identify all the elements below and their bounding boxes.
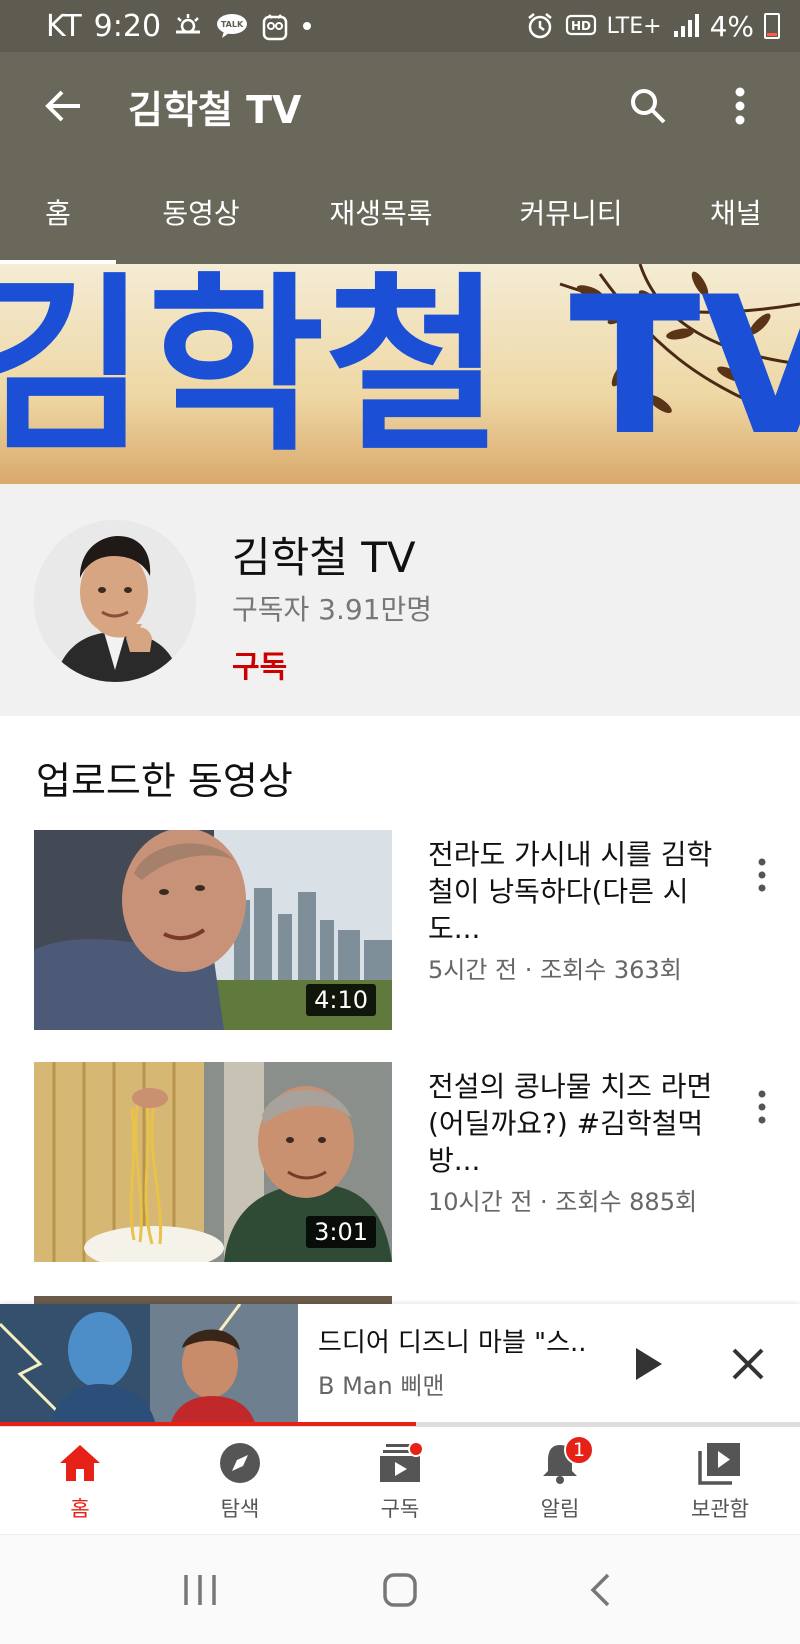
subscribe-button[interactable]: 구독 [232,642,287,686]
next-video-thumbnail-edge [34,1296,392,1304]
nav-notifications[interactable]: 1 알림 [480,1427,640,1534]
page-title: 김학철 TV [128,87,302,132]
mini-player-image [0,1304,298,1426]
more-vert-icon [758,1090,766,1124]
banner-art: 김학철 TV [0,264,800,484]
battery-icon [764,13,780,39]
back-button[interactable] [34,76,94,136]
talk-label: TALK [221,20,244,29]
nav-library-label: 보관함 [691,1496,749,1521]
status-bar: KT 9:20 TALK HD LTE+ 4% [0,0,800,52]
video-duration: 4:10 [306,984,376,1016]
library-icon [696,1439,744,1487]
more-options-button[interactable] [714,80,766,132]
video-meta: 10시간 전 · 조회수 885회 [428,1188,698,1216]
video-thumbnail[interactable]: 3:01 [34,1062,392,1262]
close-icon [732,1348,764,1380]
network-type: LTE+ [606,13,662,39]
channel-header: 김학철 TV 구독자 3.91만명 구독 [0,484,800,716]
channel-avatar[interactable] [34,520,196,682]
home-system-button[interactable] [370,1560,430,1620]
mini-player-channel: B Man 삐맨 [318,1372,445,1400]
subscriber-count: 구독자 3.91만명 [232,593,433,626]
more-notifications-dot-icon [301,10,313,42]
channel-name: 김학철 TV [232,533,416,582]
battery-percent: 4% [709,9,754,43]
more-vert-icon [735,87,745,125]
search-icon [631,89,666,124]
channel-banner: 김학철 TV [0,264,800,484]
app-bar-actions [622,80,766,132]
more-vert-icon [758,858,766,892]
nav-subscriptions[interactable]: 구독 [320,1427,480,1534]
back-system-button[interactable] [570,1560,630,1620]
tab-channels[interactable]: 채널 [666,160,800,264]
video-menu-button[interactable] [740,1082,784,1132]
video-title[interactable]: 전설의 콩나물 치즈 라면(어딜까요?) #김학철먹방... [428,1068,728,1179]
mini-player[interactable]: 드디어 디즈니 마블 "스.. B Man 삐맨 [0,1304,800,1426]
chevron-left-icon [590,1573,610,1606]
kakaotalk-icon: TALK [215,10,249,42]
hd-voice-icon: HD [565,10,597,42]
avatar-portrait [34,520,196,682]
recent-apps-button[interactable] [170,1560,230,1620]
app-notification-icon [261,10,289,42]
signal-icon [672,10,700,42]
channel-tabs: 홈 동영상 재생목록 커뮤니티 채널 [0,160,800,264]
nav-explore-label: 탐색 [220,1496,260,1521]
hd-label: HD [571,19,591,33]
status-right: HD LTE+ 4% [525,10,780,43]
video-row[interactable]: 3:01 전설의 콩나물 치즈 라면(어딜까요?) #김학철먹방... 10시간… [0,1062,800,1262]
tab-playlists[interactable]: 재생목록 [286,160,476,264]
banner-text: 김학철 TV [0,264,800,477]
nav-subscriptions-label: 구독 [380,1496,420,1521]
app-bar: 김학철 TV [0,52,800,160]
tab-home[interactable]: 홈 [0,160,116,264]
mini-player-close-button[interactable] [720,1336,776,1392]
system-navigation-bar [0,1534,800,1644]
bell-icon: 1 [536,1434,594,1487]
video-title[interactable]: 전라도 가시내 시를 김학철이 낭독하다(다른 시도... [428,836,728,947]
tab-community[interactable]: 커뮤니티 [476,160,666,264]
alarm-icon [525,10,555,42]
search-button[interactable] [622,80,674,132]
bottom-navigation: 홈 탐색 구독 1 알림 보관함 [0,1426,800,1534]
tab-videos[interactable]: 동영상 [116,160,286,264]
recent-apps-icon [184,1574,216,1605]
video-meta: 5시간 전 · 조회수 363회 [428,956,682,984]
video-menu-button[interactable] [740,850,784,900]
clock: 9:20 [93,8,162,44]
uploads-section-title: 업로드한 동영상 [36,759,293,803]
mini-player-thumbnail[interactable] [0,1304,298,1426]
subscriptions-icon [376,1439,424,1487]
subscriptions-new-dot [408,1440,424,1457]
arrow-left-icon [45,90,80,122]
mini-player-title[interactable]: 드디어 디즈니 마블 "스.. [318,1322,588,1359]
carrier-label: KT [46,8,82,44]
nav-home-label: 홈 [70,1496,90,1521]
video-row[interactable]: 4:10 전라도 가시내 시를 김학철이 낭독하다(다른 시도... 5시간 전… [0,830,800,1030]
explore-icon [216,1439,264,1487]
status-left: KT 9:20 TALK [46,9,313,44]
play-icon [636,1348,662,1380]
video-duration: 3:01 [306,1216,376,1248]
weather-icon [173,10,203,42]
nav-home[interactable]: 홈 [0,1427,160,1534]
home-icon [56,1439,104,1487]
notification-badge: 1 [564,1434,594,1465]
mini-player-play-button[interactable] [620,1336,676,1392]
video-thumbnail[interactable]: 4:10 [34,830,392,1030]
nav-explore[interactable]: 탐색 [160,1427,320,1534]
home-square-icon [383,1572,417,1607]
nav-notifications-label: 알림 [540,1496,580,1521]
nav-library[interactable]: 보관함 [640,1427,800,1534]
